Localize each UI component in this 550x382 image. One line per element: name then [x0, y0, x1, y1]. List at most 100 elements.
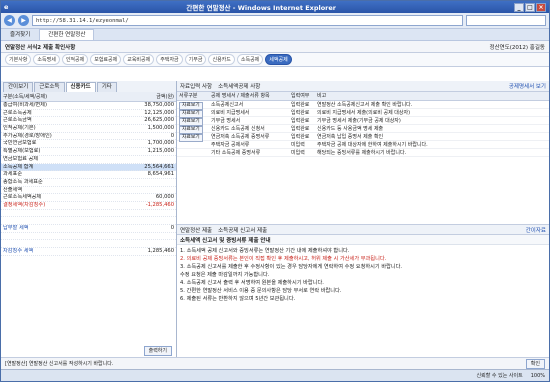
status-cell: 입력완료	[291, 126, 310, 132]
table-row[interactable]	[1, 217, 176, 225]
right-top-tabs: 자료입력 사항 소득세액공제 사항 공제명세서 보기	[177, 81, 549, 92]
table-row[interactable]: 인적공제(기본) 1,500,000	[1, 125, 176, 133]
item-cell: 연금저축 소득공제 증명서류	[211, 134, 270, 140]
row-name: 총급여(비과세/면제)	[3, 102, 47, 108]
window-title: 간편한 연말정산 - Windows Internet Explorer	[186, 4, 337, 12]
table-row[interactable]: 과세표준 8,654,961	[1, 171, 176, 179]
left-table-header: 구분(소득/세액/공제) 금액(원)	[1, 92, 176, 102]
doc-type-cell: 자료보기	[177, 101, 211, 110]
row-amount: 1,215,000	[147, 148, 174, 155]
table-row[interactable]: 결정세액(차감징수) -1,285,460	[1, 202, 176, 210]
row-amount	[130, 187, 174, 194]
col-note: 비고	[317, 93, 327, 99]
note-cell: 기부금 명세서 제출(기부금 공제 대상자)	[317, 118, 401, 124]
table-row[interactable]: 종합소득 과세표준	[1, 179, 176, 187]
header-name: 구분(소득/세액/공제)	[3, 94, 48, 100]
step-navigation: 기본사항 소득명세 인적공제 보험료공제 교육비공제 주택자금 기부금 신용카드 소득공제 세액공…	[1, 53, 549, 67]
left-tab-4[interactable]: 기타	[96, 82, 117, 92]
step-3[interactable]: 인적공제	[61, 54, 89, 65]
table-row[interactable]: 연금보험료 공제	[1, 156, 176, 164]
left-tab-2[interactable]: 근로소득	[34, 82, 65, 92]
item-cell: 주택자금 공제서류	[211, 142, 250, 148]
step-1[interactable]: 기본사항	[5, 54, 32, 65]
col-status: 입력여부	[291, 93, 310, 99]
item-cell: 신용카드 소득공제 신청서	[211, 126, 265, 132]
forward-button[interactable]: ▶	[18, 15, 29, 26]
table-row[interactable]: 총급여(비과세/면제) 38,750,000	[1, 102, 176, 110]
back-button[interactable]: ◀	[4, 15, 15, 26]
close-button[interactable]: ×	[536, 2, 546, 12]
table-row[interactable]: 근로소득세액공제 60,000	[1, 194, 176, 202]
item-cell: 기타 소득공제 증명서류	[211, 150, 261, 156]
status-cell: 입력완료	[291, 134, 310, 140]
notice-line: 6. 제출된 서류는 반환하지 않으며 5년간 보관됩니다.	[180, 296, 296, 302]
step-4[interactable]: 보험료공제	[90, 54, 122, 65]
header-amount: 금액(원)	[156, 94, 174, 100]
note-cell: 연금저축 납입 증명서 제출 확인	[317, 134, 384, 140]
row-name: 특별공제(보험료)	[3, 148, 41, 155]
view-statement-link[interactable]: 공제명세서 보기	[509, 82, 546, 90]
row-amount: 25,564,661	[144, 163, 174, 170]
item-cell: 기부금 명세서	[211, 118, 241, 124]
table-row[interactable]: 근로소득금액 26,625,000	[1, 117, 176, 126]
confirm-button[interactable]: 확인	[525, 358, 545, 369]
step-2[interactable]: 소득명세	[33, 54, 60, 65]
tab-submit-form[interactable]: 소득공제 신고서 제출	[218, 226, 267, 234]
doc-type-cell	[177, 149, 211, 156]
table-row[interactable]: 근로소득공제 12,125,000	[1, 110, 176, 118]
left-tab-3[interactable]: 신용카드	[65, 82, 96, 92]
mid-tabs: 연말정산 제출 소득공제 신고서 제출 간이자료	[177, 224, 549, 235]
tab-deduction-items[interactable]: 소득세액공제 사항	[218, 82, 260, 90]
row-name: 근로소득세액공제	[3, 194, 42, 201]
browser-tab[interactable]: 간편한 연말정산	[39, 29, 95, 40]
step-5[interactable]: 교육비공제	[123, 54, 155, 65]
zoom-level[interactable]: 100%	[531, 373, 545, 379]
row-name: 추가공제(경로/장애인)	[3, 132, 52, 139]
notice-line: 4. 소득공제 신고서 출력 후 서명하여 원본을 제출하시기 바랍니다.	[180, 280, 324, 286]
table-row[interactable]: 차감징수 세액 1,285,460	[1, 248, 176, 256]
maximize-button[interactable]: □	[525, 2, 535, 12]
table-row: 자료보기 의료비 지급명세서 입력완료 의료비 지급명세서 제출(의료비 공제 대상자…	[177, 109, 549, 118]
table-row: 자료보기 연금저축 소득공제 증명서류 입력완료 연금저축 납입 증명서 제출 확인	[177, 133, 549, 142]
table-row[interactable]	[1, 233, 176, 241]
notice-line: 수정 요청은 제출 마감일까지 가능합니다.	[180, 272, 270, 278]
status-cell: 미입력	[291, 142, 305, 148]
page-title: 연말정산 서식2 제출 확인사항	[5, 44, 76, 51]
table-row[interactable]: 특별공제(보험료) 1,215,000	[1, 148, 176, 156]
status-cell: 입력완료	[291, 110, 310, 116]
row-name: 인적공제(기본)	[3, 125, 36, 132]
table-row[interactable]: 국민연금보험료 1,700,000	[1, 140, 176, 149]
note-cell: 연말정산 소득공제신고서 제출 확인 바랍니다.	[317, 102, 413, 108]
row-amount	[130, 179, 174, 186]
step-10[interactable]: 세액공제	[265, 54, 292, 65]
step-6[interactable]: 주택자금	[156, 54, 183, 65]
minimize-button[interactable]: _	[514, 2, 524, 12]
step-7[interactable]: 기부금	[184, 54, 207, 65]
step-8[interactable]: 신용카드	[208, 54, 235, 65]
row-name: 차감징수 세액	[3, 248, 34, 255]
notice-title: 소득세액 신고서 및 증빙서류 제출 안내	[177, 235, 549, 245]
tab-input-items[interactable]: 자료입력 사항	[180, 82, 212, 90]
table-row[interactable]: 추가공제(경로/장애인) 0	[1, 133, 176, 141]
table-row[interactable]	[1, 240, 176, 249]
table-row[interactable]: 납부할 세액 0	[1, 225, 176, 233]
note-cell: 해당되는 증빙서류를 제출하시기 바랍니다.	[317, 150, 407, 156]
print-button[interactable]: 출력하기	[143, 346, 172, 356]
row-name: 산출세액	[3, 186, 23, 193]
item-cell: 의료비 지급명세서	[211, 110, 250, 116]
left-table-body: 총급여(비과세/면제) 38,750,000 근로소득공제 12,125,000 근로소…	[1, 102, 176, 256]
right-panel: 자료입력 사항 소득세액공제 사항 공제명세서 보기 서류구분 공제 명세서 /…	[177, 81, 549, 357]
left-tab-1[interactable]: 간이보기	[3, 82, 34, 92]
tab-submit[interactable]: 연말정산 제출	[180, 226, 212, 234]
note-cell: 의료비 지급명세서 제출(의료비 공제 대상자)	[317, 110, 411, 116]
table-row: 자료보기 신용카드 소득공제 신청서 입력완료 신용카드 등 사용금액 명세 제출	[177, 125, 549, 134]
table-row[interactable]	[1, 210, 176, 218]
table-row[interactable]: 산출세액	[1, 187, 176, 195]
favorites-button[interactable]: 즐겨찾기	[4, 30, 36, 40]
step-9[interactable]: 소득공제	[236, 54, 264, 65]
url-input[interactable]: http://58.31.14.1/ezyeonmal/	[32, 15, 463, 26]
row-amount	[130, 233, 174, 240]
search-input[interactable]	[466, 15, 546, 26]
table-row[interactable]: 소득공제 합계 25,564,661	[1, 163, 176, 172]
simple-data-link[interactable]: 간이자료	[526, 226, 546, 234]
